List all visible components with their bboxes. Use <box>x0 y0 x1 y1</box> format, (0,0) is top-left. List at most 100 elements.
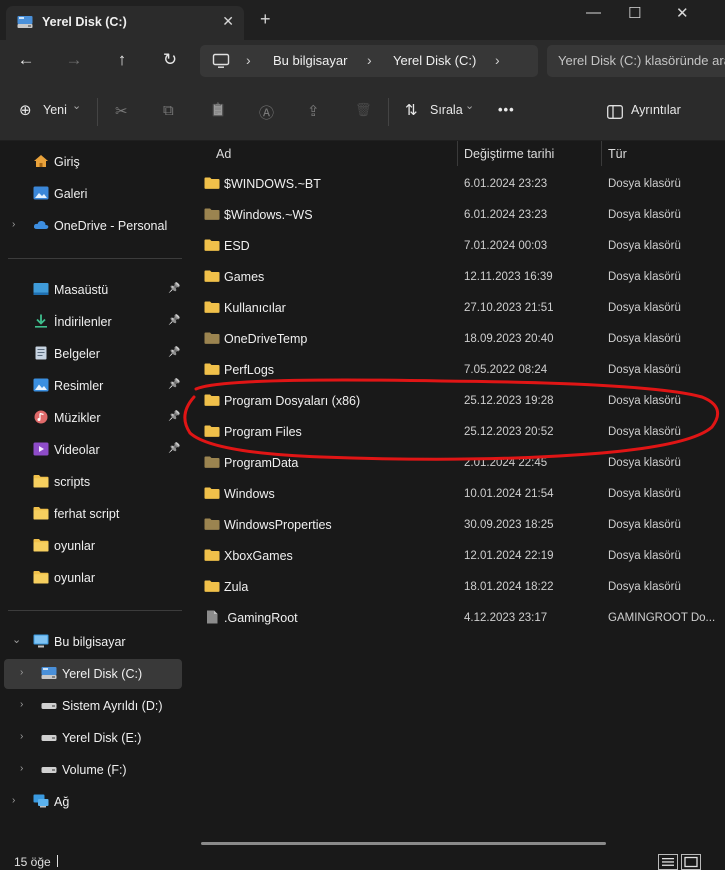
sidebar-item-gallery[interactable]: Galeri <box>0 179 182 209</box>
details-view-button[interactable] <box>658 854 678 870</box>
file-row[interactable]: .GamingRoot 4.12.2023 23:17 GAMINGROOT Do.… <box>187 602 725 633</box>
new-button[interactable]: Yeni <box>43 103 67 117</box>
gallery-icon <box>33 186 49 200</box>
file-name: Kullanıcılar <box>224 301 286 315</box>
search-box[interactable]: Yerel Disk (C:) klasöründe ara <box>547 45 725 77</box>
file-row[interactable]: Kullanıcılar 27.10.2023 21:51 Dosya klasör… <box>187 292 725 323</box>
file-row[interactable]: $Windows.~WS 6.01.2024 23:23 Dosya klasörü <box>187 199 725 230</box>
sidebar-item-c-drive[interactable]: › Yerel Disk (C:) <box>4 659 182 689</box>
file-row[interactable]: ProgramData 2.01.2024 22:45 Dosya klasörü <box>187 447 725 478</box>
column-header-modified[interactable]: Değiştirme tarihi <box>464 141 554 166</box>
refresh-button[interactable]: ↻ <box>160 50 180 70</box>
sidebar-item-this-pc[interactable]: ⌄ Bu bilgisayar <box>0 627 182 657</box>
file-name: WindowsProperties <box>224 518 332 532</box>
sidebar-item-ferhat-script[interactable]: ferhat script <box>0 499 182 529</box>
cut-icon[interactable]: ✂ <box>115 102 128 120</box>
sidebar-item-d-drive[interactable]: › Sistem Ayrıldı (D:) <box>0 691 182 721</box>
sidebar-item-pictures[interactable]: Resimler 📌 <box>0 371 182 401</box>
file-name: Windows <box>224 487 275 501</box>
up-button[interactable]: ↑ <box>112 50 132 70</box>
sidebar-item-documents[interactable]: Belgeler 📌 <box>0 339 182 369</box>
chevron-right-icon[interactable]: › <box>20 763 23 774</box>
sidebar-item-label: Videolar <box>54 443 100 457</box>
details-button[interactable]: Ayrıntılar <box>631 103 681 117</box>
horizontal-scrollbar[interactable] <box>201 842 606 845</box>
sidebar-item-desktop[interactable]: Masaüstü 📌 <box>0 275 182 305</box>
sort-button[interactable]: Sırala <box>430 103 463 117</box>
pin-icon[interactable]: 📌 <box>168 347 180 358</box>
divider <box>8 258 182 259</box>
file-name: ProgramData <box>224 456 299 470</box>
column-header-type[interactable]: Tür <box>608 141 627 166</box>
chevron-down-icon[interactable]: ⌄ <box>12 633 21 646</box>
sidebar-item-downloads[interactable]: İndirilenler 📌 <box>0 307 182 337</box>
sidebar-item-label: Resimler <box>54 379 104 393</box>
pin-icon[interactable]: 📌 <box>168 443 180 454</box>
pin-icon[interactable]: 📌 <box>168 283 180 294</box>
sidebar-item-oyunlar[interactable]: oyunlar <box>0 531 182 561</box>
chevron-right-icon[interactable]: › <box>20 699 23 710</box>
sidebar-item-onedrive[interactable]: › OneDrive - Personal <box>0 211 182 241</box>
file-row[interactable]: Zula 18.01.2024 18:22 Dosya klasörü <box>187 571 725 602</box>
more-options-button[interactable]: ••• <box>498 102 515 117</box>
file-row[interactable]: Program Files 25.12.2023 20:52 Dosya klasö… <box>187 416 725 447</box>
pin-icon[interactable]: 📌 <box>168 411 180 422</box>
tiles-view-button[interactable] <box>681 854 701 870</box>
new-tab-button[interactable]: + <box>260 10 271 28</box>
sidebar-item-e-drive[interactable]: › Yerel Disk (E:) <box>0 723 182 753</box>
breadcrumb-this-pc[interactable]: Bu bilgisayar <box>273 53 347 68</box>
maximize-button[interactable]: ☐ <box>628 4 641 22</box>
rename-icon[interactable]: Ⓐ <box>259 102 274 123</box>
file-row[interactable]: Games 12.11.2023 16:39 Dosya klasörü <box>187 261 725 292</box>
file-row[interactable]: ESD 7.01.2024 00:03 Dosya klasörü <box>187 230 725 261</box>
column-header-name[interactable]: Ad <box>216 141 231 166</box>
back-button[interactable]: ← <box>16 50 36 70</box>
sidebar-item-label: Galeri <box>54 187 88 201</box>
file-row[interactable]: XboxGames 12.01.2024 22:19 Dosya klasörü <box>187 540 725 571</box>
file-row[interactable]: WindowsProperties 30.09.2023 18:25 Dosya k… <box>187 509 725 540</box>
file-type: Dosya klasörü <box>608 302 681 314</box>
file-type: Dosya klasörü <box>608 364 681 376</box>
chevron-right-icon[interactable]: › <box>20 731 23 742</box>
folder-icon <box>33 507 49 520</box>
list-view-icon <box>662 858 674 866</box>
delete-icon[interactable]: 🗑 <box>355 102 372 118</box>
sidebar-item-network[interactable]: › Ağ <box>0 787 182 817</box>
file-type: Dosya klasörü <box>608 519 681 531</box>
file-row[interactable]: Program Dosyaları (x86) 25.12.2023 19:28 D… <box>187 385 725 416</box>
address-bar[interactable]: › Bu bilgisayar › Yerel Disk (C:) › <box>200 45 538 77</box>
column-separator[interactable] <box>601 141 602 166</box>
minimize-button[interactable]: — <box>586 4 601 21</box>
column-separator[interactable] <box>457 141 458 166</box>
navigation-pane: Giriş Galeri › OneDrive - Personal Masaü… <box>0 141 187 853</box>
copy-icon[interactable]: ⧉ <box>163 102 174 119</box>
paste-icon[interactable]: 📋 <box>210 102 226 118</box>
file-modified-date: 6.01.2024 23:23 <box>464 178 548 190</box>
close-window-button[interactable]: ✕ <box>676 4 689 22</box>
breadcrumb-c-drive[interactable]: Yerel Disk (C:) <box>393 53 476 68</box>
pin-icon[interactable]: 📌 <box>168 379 180 390</box>
forward-button[interactable]: → <box>64 50 84 70</box>
item-count: 15 öğe <box>14 855 51 869</box>
file-row[interactable]: OneDriveTemp 18.09.2023 20:40 Dosya klasör… <box>187 323 725 354</box>
file-row[interactable]: $WINDOWS.~BT 6.01.2024 23:23 Dosya klasörü <box>187 168 725 199</box>
pin-icon[interactable]: 📌 <box>168 315 180 326</box>
search-input[interactable]: Yerel Disk (C:) klasöründe ara <box>558 53 725 68</box>
chevron-right-icon[interactable]: › <box>20 667 23 678</box>
folder-icon <box>204 332 220 344</box>
tab-yerel-disk[interactable]: Yerel Disk (C:) ✕ <box>6 6 244 40</box>
sidebar-item-music[interactable]: Müzikler 📌 <box>0 403 182 433</box>
file-row[interactable]: PerfLogs 7.05.2022 08:24 Dosya klasörü <box>187 354 725 385</box>
tab-close-button[interactable]: ✕ <box>222 13 234 30</box>
sidebar-item-scripts[interactable]: scripts <box>0 467 182 497</box>
sidebar-item-oyunlar-2[interactable]: oyunlar <box>0 563 182 593</box>
folder-icon <box>204 208 220 220</box>
sidebar-item-videos[interactable]: Videolar 📌 <box>0 435 182 465</box>
file-modified-date: 4.12.2023 23:17 <box>464 612 548 624</box>
share-icon[interactable]: ⇪ <box>307 102 320 120</box>
file-row[interactable]: Windows 10.01.2024 21:54 Dosya klasörü <box>187 478 725 509</box>
chevron-right-icon[interactable]: › <box>12 219 15 230</box>
chevron-right-icon[interactable]: › <box>12 795 15 806</box>
sidebar-item-f-drive[interactable]: › Volume (F:) <box>0 755 182 785</box>
sidebar-item-home[interactable]: Giriş <box>0 147 182 177</box>
